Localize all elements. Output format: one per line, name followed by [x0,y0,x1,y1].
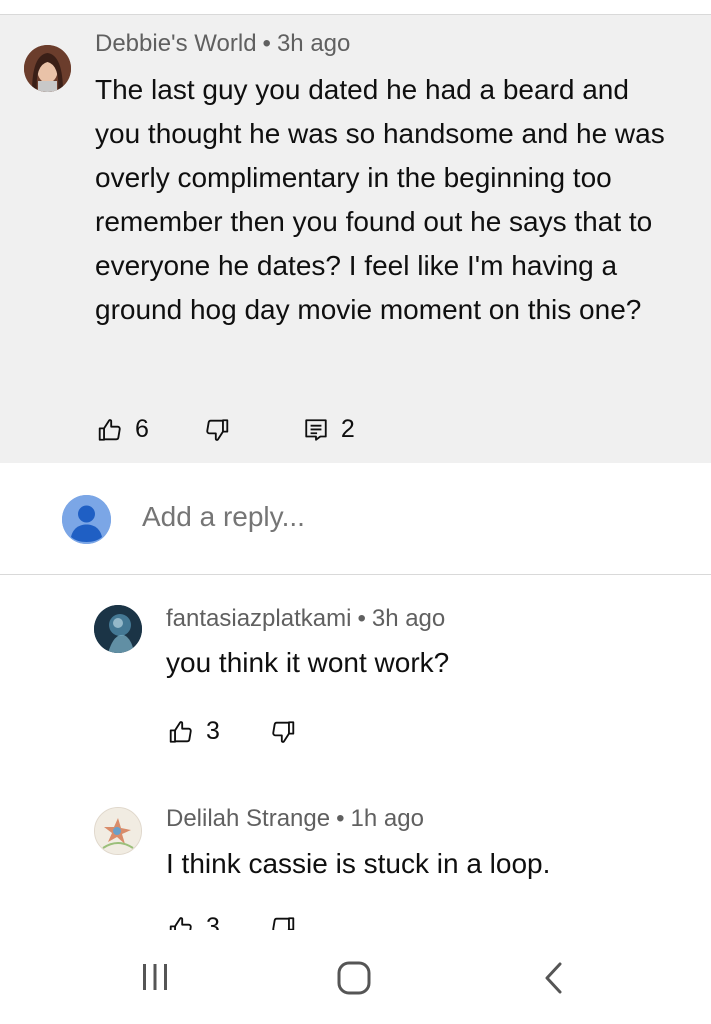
meta-separator: • [357,605,366,632]
avatar[interactable] [94,605,142,653]
like-button[interactable]: 3 [168,717,220,746]
meta-separator: • [336,805,345,832]
dislike-button[interactable] [204,417,230,443]
thumbs-down-icon [272,720,295,743]
meta-separator: • [262,30,271,57]
highlighted-comment: Debbie's World • 3h ago The last guy you d… [0,15,711,463]
recents-button[interactable] [138,960,172,994]
thumbs-down-icon [272,916,295,930]
comment-text: I think cassie is stuck in a loop. [166,848,551,879]
thumbs-up-icon [98,418,121,441]
reply-comment: fantasiazplatkami • 3h ago you think it wo… [0,605,711,785]
comment-meta: Debbie's World • 3h ago [95,30,350,58]
avatar[interactable] [94,807,142,855]
thumbs-down-icon [206,418,229,441]
avatar-photo-icon [95,808,141,854]
home-icon [337,961,371,995]
reply-comment: Delilah Strange • 1h ago I think cassie is… [0,805,711,930]
thumbs-up-icon [169,916,192,930]
comment-time: 3h ago [371,605,446,632]
comment-icon [305,418,327,441]
user-avatar [62,495,111,544]
dislike-button[interactable] [270,719,296,745]
avatar-photo-icon [94,605,142,653]
author-name[interactable]: Delilah Strange [166,805,330,832]
comment-meta: Delilah Strange • 1h ago [166,805,424,833]
comment-time: 3h ago [276,30,351,57]
add-reply-row [0,463,711,575]
like-button[interactable]: 6 [97,415,149,444]
like-count: 3 [206,717,220,745]
like-count: 3 [206,913,220,930]
author-name[interactable]: Debbie's World [95,30,257,57]
system-nav-bar [0,930,711,1024]
back-icon [545,962,562,994]
author-name[interactable]: fantasiazplatkami [166,605,351,632]
comment-meta: fantasiazplatkami • 3h ago [166,605,445,633]
default-user-icon [62,495,111,544]
thumbs-up-icon [169,720,192,743]
comment-actions: 6 2 [97,415,355,444]
dislike-button[interactable] [270,915,296,930]
reply-input[interactable] [142,501,662,533]
avatar[interactable] [24,45,71,92]
home-button[interactable] [336,960,372,996]
comment-time: 1h ago [350,805,424,832]
avatar-photo-icon [24,45,71,92]
comment-text: you think it wont work? [166,647,450,678]
like-count: 6 [135,415,149,443]
replies-button[interactable]: 2 [303,415,355,444]
comment-text: The last guy you dated he had a beard an… [95,74,665,325]
comment-actions: 3 [168,717,296,746]
reply-count: 2 [340,415,355,443]
back-button[interactable] [539,960,569,996]
like-button[interactable]: 3 [168,913,220,930]
comment-actions: 3 [168,913,296,930]
recents-icon [143,964,167,990]
